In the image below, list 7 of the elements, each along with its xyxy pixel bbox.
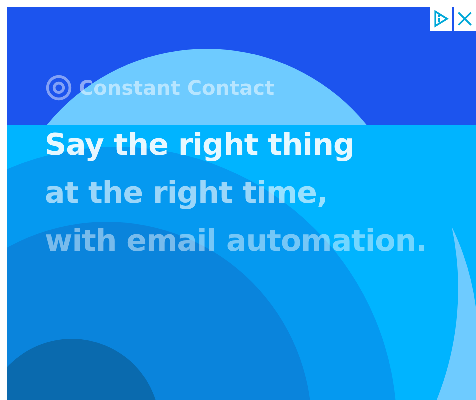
close-icon[interactable]: [454, 7, 476, 31]
headline-text: at the right time,: [45, 175, 329, 213]
headline-text: Say the right thing: [45, 127, 356, 165]
headline-text: with email automation.: [45, 223, 428, 261]
logo-icon: [45, 74, 73, 102]
logo-text: Constant Contact: [79, 76, 275, 100]
adchoices-icon[interactable]: [430, 7, 452, 31]
